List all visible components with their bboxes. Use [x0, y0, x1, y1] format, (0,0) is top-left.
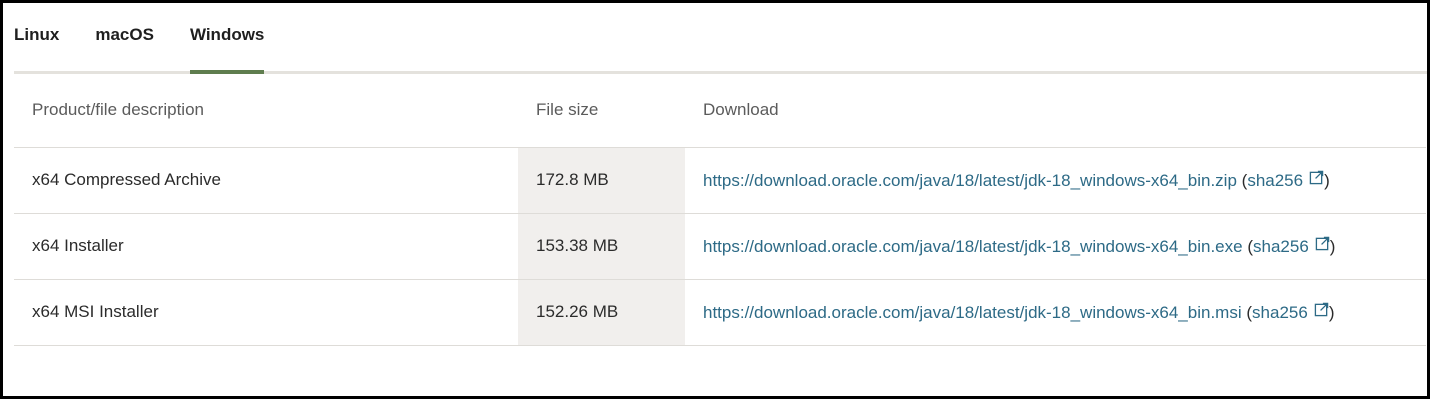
tab-linux[interactable]: Linux: [14, 3, 59, 71]
row-description: x64 Compressed Archive: [14, 147, 518, 214]
external-link-icon: [1314, 302, 1329, 316]
download-link[interactable]: https://download.oracle.com/java/18/late…: [703, 237, 1243, 256]
paren-close: ): [1329, 236, 1336, 256]
paren-close: ): [1328, 302, 1335, 322]
download-link[interactable]: https://download.oracle.com/java/18/late…: [703, 303, 1242, 322]
tab-windows[interactable]: Windows: [189, 3, 265, 74]
sha256-label: sha256: [1253, 236, 1309, 256]
row-file-size: 172.8 MB: [518, 147, 685, 214]
sha256-link[interactable]: sha256: [1253, 236, 1330, 256]
row-description: x64 Installer: [14, 213, 518, 280]
download-panel: Linux macOS Windows Product/file descrip…: [0, 0, 1430, 399]
downloads-table: Product/file description File size Downl…: [14, 74, 1426, 346]
sha256-label: sha256: [1247, 170, 1304, 190]
table-row: x64 Compressed Archive 172.8 MB https://…: [14, 147, 1426, 214]
row-file-size: 153.38 MB: [518, 213, 685, 280]
download-link[interactable]: https://download.oracle.com/java/18/late…: [703, 171, 1237, 190]
paren-close: ): [1324, 170, 1330, 190]
table-row: x64 Installer 153.38 MB https://download…: [14, 213, 1426, 280]
os-tabs: Linux macOS Windows: [14, 3, 1427, 74]
sha256-link[interactable]: sha256: [1252, 302, 1329, 322]
header-download: Download: [685, 74, 1426, 148]
external-link-icon: [1315, 236, 1330, 250]
header-description: Product/file description: [14, 74, 518, 148]
table-row: x64 MSI Installer 152.26 MB https://down…: [14, 279, 1426, 346]
header-file-size: File size: [518, 74, 685, 148]
table-header-row: Product/file description File size Downl…: [14, 74, 1426, 148]
row-file-size: 152.26 MB: [518, 279, 685, 346]
row-download: https://download.oracle.com/java/18/late…: [685, 147, 1426, 214]
sha256-link[interactable]: sha256: [1247, 170, 1324, 190]
row-description: x64 MSI Installer: [14, 279, 518, 346]
sha256-label: sha256: [1252, 302, 1308, 322]
external-link-icon: [1309, 170, 1324, 184]
row-download: https://download.oracle.com/java/18/late…: [685, 213, 1426, 280]
row-download: https://download.oracle.com/java/18/late…: [685, 279, 1426, 346]
tab-macos[interactable]: macOS: [95, 3, 154, 71]
